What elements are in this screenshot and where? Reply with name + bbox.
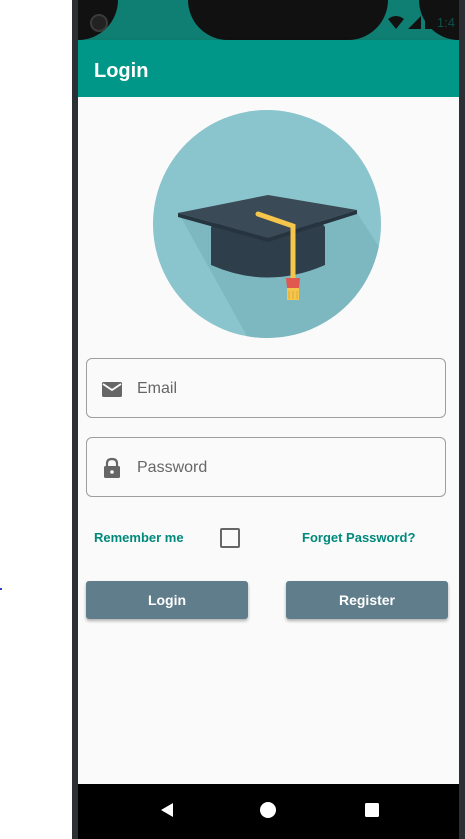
email-icon	[102, 382, 122, 397]
app-bar: Login	[78, 40, 459, 97]
system-nav-bar	[78, 784, 459, 839]
status-bar: 1:4	[78, 0, 459, 40]
recents-square-icon[interactable]	[362, 800, 382, 820]
email-input[interactable]	[135, 369, 439, 409]
stray-dot	[0, 588, 2, 590]
status-time: 1:4	[436, 14, 455, 30]
email-field[interactable]	[86, 358, 446, 418]
wifi-icon	[387, 15, 404, 29]
login-button[interactable]: Login	[86, 581, 248, 619]
signal-icon	[407, 15, 421, 29]
phone-frame: 1:4 Login Email Remember me Forget Passw…	[72, 0, 465, 839]
lock-icon	[104, 457, 120, 478]
password-input[interactable]	[135, 448, 439, 488]
phone-screen: 1:4 Login Email Remember me Forget Passw…	[78, 0, 459, 839]
register-button[interactable]: Register	[286, 581, 448, 619]
camera-icon	[90, 14, 108, 32]
remember-me-label: Remember me	[94, 530, 184, 545]
back-triangle-icon[interactable]	[158, 800, 178, 820]
remember-me-checkbox[interactable]	[220, 528, 240, 548]
display-notch	[188, 0, 388, 40]
status-icons: 1:4	[387, 14, 455, 30]
password-field[interactable]	[86, 437, 446, 497]
graduation-cap-icon	[153, 110, 381, 338]
home-circle-icon[interactable]	[258, 800, 278, 820]
login-content: Remember me Forget Password? Login Regis…	[78, 97, 459, 784]
battery-icon	[424, 15, 433, 29]
page-title: Login	[94, 60, 149, 82]
forgot-password-link[interactable]: Forget Password?	[302, 530, 415, 545]
